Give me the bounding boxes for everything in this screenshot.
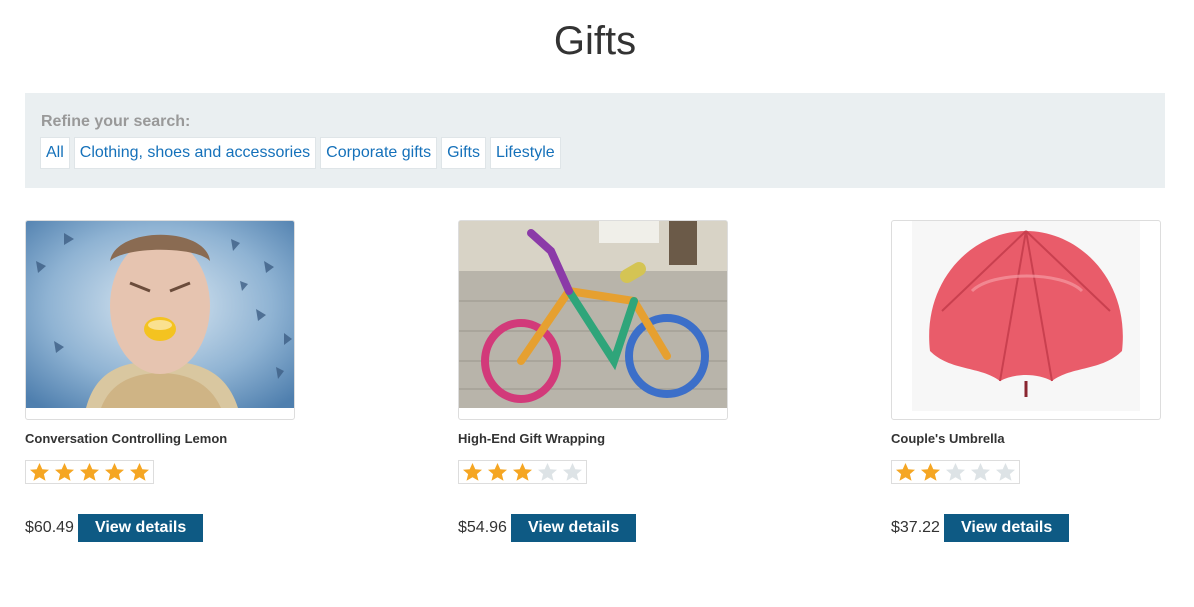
product-card: Couple's Umbrella $37.22 View details xyxy=(891,220,1161,542)
product-card: High-End Gift Wrapping $54.96 View detai… xyxy=(458,220,728,542)
star-empty-icon xyxy=(996,463,1015,481)
filter-list: All Clothing, shoes and accessories Corp… xyxy=(40,137,561,169)
refine-label: Refine your search: xyxy=(41,113,191,130)
star-filled-icon xyxy=(30,463,49,481)
lemon-man-image xyxy=(26,221,294,408)
star-filled-icon xyxy=(896,463,915,481)
product-name[interactable]: Conversation Controlling Lemon xyxy=(25,431,295,446)
rating-stars xyxy=(25,460,154,484)
knitted-bicycle-image xyxy=(459,221,727,408)
star-empty-icon xyxy=(563,463,582,481)
view-details-button[interactable]: View details xyxy=(943,514,1070,542)
product-price: $54.96 xyxy=(458,519,507,536)
star-empty-icon xyxy=(946,463,965,481)
star-filled-icon xyxy=(488,463,507,481)
rating-stars xyxy=(891,460,1020,484)
star-filled-icon xyxy=(130,463,149,481)
red-umbrella-image xyxy=(912,221,1140,411)
filter-corporate-gifts[interactable]: Corporate gifts xyxy=(320,137,438,169)
price-row: $60.49 View details xyxy=(25,514,295,542)
refine-panel: Refine your search: All Clothing, shoes … xyxy=(25,93,1165,188)
product-image-link[interactable] xyxy=(891,220,1161,420)
page-title: Gifts xyxy=(553,19,637,63)
view-details-button[interactable]: View details xyxy=(510,514,637,542)
view-details-button[interactable]: View details xyxy=(77,514,204,542)
star-empty-icon xyxy=(971,463,990,481)
rating-stars xyxy=(458,460,587,484)
star-filled-icon xyxy=(513,463,532,481)
filter-all[interactable]: All xyxy=(40,137,70,169)
product-name[interactable]: Couple's Umbrella xyxy=(891,431,1161,446)
price-row: $37.22 View details xyxy=(891,514,1161,542)
filter-gifts[interactable]: Gifts xyxy=(441,137,486,169)
product-name[interactable]: High-End Gift Wrapping xyxy=(458,431,728,446)
product-image-link[interactable] xyxy=(25,220,295,420)
star-filled-icon xyxy=(463,463,482,481)
filter-clothing[interactable]: Clothing, shoes and accessories xyxy=(73,137,317,169)
product-card: Conversation Controlling Lemon $60.49 Vi… xyxy=(25,220,295,542)
star-filled-icon xyxy=(105,463,124,481)
product-price: $37.22 xyxy=(891,519,940,536)
star-filled-icon xyxy=(80,463,99,481)
product-image-link[interactable] xyxy=(458,220,728,420)
product-price: $60.49 xyxy=(25,519,74,536)
star-filled-icon xyxy=(55,463,74,481)
filter-lifestyle[interactable]: Lifestyle xyxy=(489,137,561,169)
star-empty-icon xyxy=(538,463,557,481)
price-row: $54.96 View details xyxy=(458,514,728,542)
star-filled-icon xyxy=(921,463,940,481)
